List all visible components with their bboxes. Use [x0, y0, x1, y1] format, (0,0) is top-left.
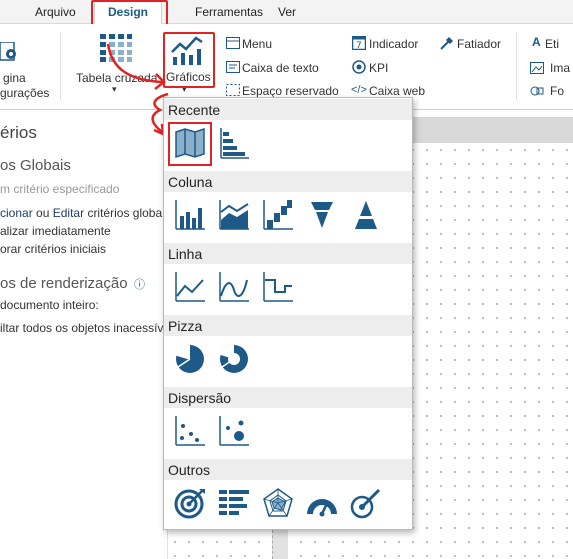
render-options-heading: os de renderização — [0, 275, 128, 292]
ribbon-separator-2 — [516, 32, 517, 100]
radar-chart-icon[interactable] — [261, 486, 295, 520]
scatter-chart-icon[interactable] — [173, 414, 207, 448]
web-box-label[interactable]: Caixa web — [369, 84, 425, 98]
page-settings-label-2: gurações — [0, 86, 50, 100]
kpi-label[interactable]: KPI — [369, 61, 388, 75]
edit-link[interactable]: Editar — [53, 206, 84, 220]
image-icon — [530, 62, 544, 77]
category-recent: Recente — [164, 99, 412, 120]
indicator-label[interactable]: Indicador — [369, 37, 418, 51]
criteria-panel: érios os Globais m critério especificado… — [0, 110, 168, 559]
smooth-line-chart-icon[interactable] — [217, 270, 251, 304]
slicer-label[interactable]: Fatiador — [457, 37, 501, 51]
horizontal-bar-chart-icon[interactable] — [217, 126, 251, 160]
pyramid-chart-icon[interactable] — [349, 198, 383, 232]
category-column: Coluna — [164, 171, 412, 192]
render-all-option[interactable]: iltar todos os objetos inacessív — [0, 321, 163, 335]
shape-icon — [530, 85, 544, 100]
whole-document-label: documento inteiro: — [0, 298, 99, 312]
canvas-column-marker — [272, 530, 288, 559]
chart-type-dropdown: Recente Coluna Linha Pizza Dispersão Out… — [163, 97, 413, 530]
dial-chart-icon[interactable] — [349, 486, 383, 520]
kpi-icon — [352, 60, 366, 77]
label-tool-label[interactable]: Eti — [545, 37, 559, 51]
panel-title: érios — [0, 123, 37, 142]
text-box-label[interactable]: Caixa de texto — [242, 61, 319, 75]
svg-text:7: 7 — [356, 41, 362, 50]
text-box-icon — [226, 61, 240, 76]
update-now-option[interactable]: alizar imediatamente — [0, 224, 111, 238]
no-criteria-text: m critério especificado — [0, 182, 120, 196]
info-icon[interactable]: ⓘ — [134, 276, 145, 292]
page-settings-label-1: gina — [3, 71, 26, 85]
or-text: ou — [36, 206, 50, 220]
column-chart-icon[interactable] — [173, 198, 207, 232]
funnel-chart-icon[interactable] — [305, 198, 339, 232]
menu-ver[interactable]: Ver — [278, 5, 296, 19]
ribbon-separator — [60, 32, 61, 100]
placeholder-label[interactable]: Espaço reservado — [242, 84, 339, 98]
code-icon: </> — [351, 84, 367, 96]
image-tool-label[interactable]: Ima — [550, 61, 570, 75]
menu-bar: Arquivo Design Ferramentas Ver — [0, 0, 573, 25]
menu-icon — [226, 37, 240, 52]
category-pie: Pizza — [164, 315, 412, 336]
select-link[interactable]: cionar — [0, 206, 33, 220]
select-edit-line: cionar ou Editar critérios globa — [0, 206, 162, 220]
reset-criteria-option[interactable]: orar critérios iniciais — [0, 242, 106, 256]
category-other: Outros — [164, 459, 412, 480]
menu-ferramentas[interactable]: Ferramentas — [195, 5, 263, 19]
menu-item-label[interactable]: Menu — [242, 37, 272, 51]
indicator-icon: 7 — [351, 35, 367, 53]
category-scatter: Dispersão — [164, 387, 412, 408]
shape-tool-label[interactable]: Fo — [550, 84, 564, 98]
global-criteria-heading: os Globais — [0, 157, 71, 174]
menu-arquivo[interactable]: Arquivo — [35, 5, 76, 19]
slicer-icon — [440, 36, 454, 53]
step-line-chart-icon[interactable] — [261, 270, 295, 304]
table-bar-chart-icon[interactable] — [217, 486, 251, 520]
gear-icon[interactable] — [0, 41, 20, 67]
step-column-chart-icon[interactable] — [261, 198, 295, 232]
donut-chart-icon[interactable] — [217, 342, 251, 376]
bubble-chart-icon[interactable] — [217, 414, 251, 448]
gauge-chart-icon[interactable] — [305, 486, 339, 520]
area-column-chart-icon[interactable] — [217, 198, 251, 232]
selected-recent-highlight — [168, 122, 212, 166]
target-chart-icon[interactable] — [173, 486, 207, 520]
label-icon: A — [532, 35, 541, 49]
criteria-suffix: critérios globa — [87, 206, 163, 220]
category-line: Linha — [164, 243, 412, 264]
pie-chart-icon[interactable] — [173, 342, 207, 376]
line-chart-icon[interactable] — [173, 270, 207, 304]
